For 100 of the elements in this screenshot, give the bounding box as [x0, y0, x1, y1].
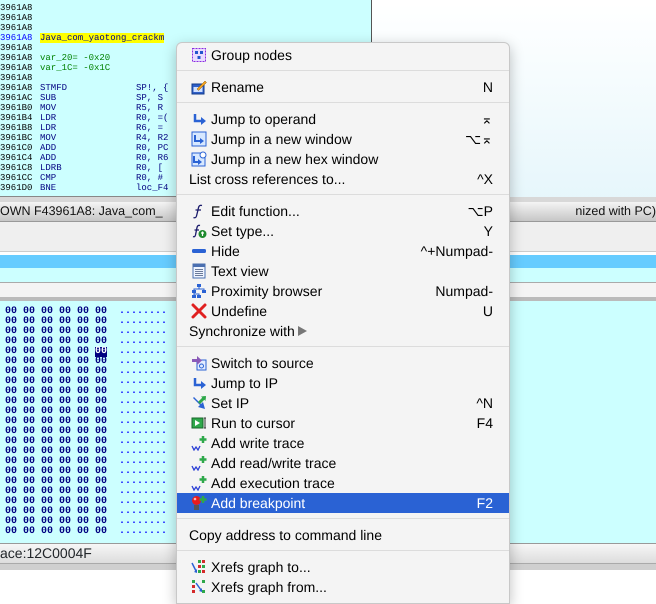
menu-item[interactable]: Jump in a new window ⌥⌅ — [177, 129, 509, 149]
hex-byte[interactable]: 00 — [77, 507, 89, 517]
hex-byte[interactable]: 00 — [59, 527, 71, 537]
hex-byte[interactable]: 00 — [23, 417, 35, 427]
hex-byte[interactable]: 00 — [41, 327, 53, 337]
hex-byte[interactable]: 00 — [23, 447, 35, 457]
hex-byte[interactable]: 00 — [95, 407, 107, 417]
hex-byte[interactable]: 00 — [77, 357, 89, 367]
hex-byte[interactable]: 00 — [23, 307, 35, 317]
hex-byte[interactable]: 00 — [5, 307, 17, 317]
menu-item[interactable]: Run to cursor F4 — [177, 413, 509, 433]
hex-byte[interactable]: 00 — [77, 407, 89, 417]
hex-byte[interactable]: 00 — [23, 527, 35, 537]
menu-item[interactable]: Rename N — [177, 77, 509, 97]
hex-byte[interactable]: 00 — [23, 407, 35, 417]
hex-byte[interactable]: 00 — [95, 337, 107, 347]
hex-byte[interactable]: 00 — [59, 307, 71, 317]
hex-byte[interactable]: 00 — [59, 427, 71, 437]
hex-byte[interactable]: 00 — [23, 427, 35, 437]
hex-byte[interactable]: 00 — [41, 497, 53, 507]
hex-byte[interactable]: 00 — [95, 317, 107, 327]
hex-byte[interactable]: 00 — [77, 527, 89, 537]
hex-byte[interactable]: 00 — [41, 527, 53, 537]
hex-byte[interactable]: 00 — [59, 477, 71, 487]
hex-byte[interactable]: 00 — [23, 337, 35, 347]
hex-byte[interactable]: 00 — [41, 457, 53, 467]
hex-byte[interactable]: 00 — [23, 367, 35, 377]
menu-item[interactable]: Xrefs graph to... — [177, 557, 509, 577]
menu-item[interactable]: Proximity browser Numpad- — [177, 281, 509, 301]
hex-byte[interactable]: 00 — [5, 487, 17, 497]
hex-byte[interactable]: 00 — [95, 437, 107, 447]
hex-byte[interactable]: 00 — [77, 467, 89, 477]
hex-byte[interactable]: 00 — [77, 457, 89, 467]
hex-byte[interactable]: 00 — [77, 517, 89, 527]
hex-byte[interactable]: 00 — [41, 397, 53, 407]
hex-byte[interactable]: 00 — [5, 337, 17, 347]
hex-byte[interactable]: 00 — [95, 397, 107, 407]
hex-byte[interactable]: 00 — [41, 367, 53, 377]
hex-byte[interactable]: 00 — [59, 487, 71, 497]
hex-byte[interactable]: 00 — [41, 337, 53, 347]
hex-byte[interactable]: 00 — [41, 447, 53, 457]
hex-byte[interactable]: 00 — [77, 447, 89, 457]
hex-byte[interactable]: 00 — [23, 487, 35, 497]
hex-byte[interactable]: 00 — [59, 417, 71, 427]
hex-byte[interactable]: 00 — [95, 417, 107, 427]
hex-byte[interactable]: 00 — [95, 527, 107, 537]
menu-item[interactable]: Add write trace — [177, 433, 509, 453]
hex-byte[interactable]: 00 — [41, 467, 53, 477]
hex-byte[interactable]: 00 — [41, 347, 53, 357]
hex-byte[interactable]: 00 — [5, 457, 17, 467]
hex-byte[interactable]: 00 — [77, 487, 89, 497]
hex-byte[interactable]: 00 — [77, 367, 89, 377]
hex-byte[interactable]: 00 — [59, 377, 71, 387]
hex-byte[interactable]: 00 — [95, 427, 107, 437]
hex-byte[interactable]: 00 — [5, 377, 17, 387]
hex-byte[interactable]: 00 — [5, 527, 17, 537]
hex-byte[interactable]: 00 — [41, 387, 53, 397]
hex-byte[interactable]: 00 — [5, 407, 17, 417]
hex-byte[interactable]: 00 — [95, 347, 107, 357]
hex-byte[interactable]: 00 — [23, 467, 35, 477]
hex-byte[interactable]: 00 — [95, 467, 107, 477]
hex-byte[interactable]: 00 — [77, 417, 89, 427]
menu-item[interactable]: Group nodes — [177, 45, 509, 65]
hex-byte[interactable]: 00 — [95, 497, 107, 507]
hex-byte[interactable]: 00 — [59, 467, 71, 477]
hex-byte[interactable]: 00 — [77, 437, 89, 447]
hex-byte[interactable]: 00 — [59, 447, 71, 457]
hex-byte[interactable]: 00 — [77, 477, 89, 487]
hex-byte[interactable]: 00 — [59, 457, 71, 467]
hex-byte[interactable]: 00 — [5, 477, 17, 487]
hex-byte[interactable]: 00 — [77, 317, 89, 327]
hex-byte[interactable]: 00 — [41, 377, 53, 387]
hex-byte[interactable]: 00 — [23, 377, 35, 387]
hex-byte[interactable]: 00 — [23, 497, 35, 507]
hex-byte[interactable]: 00 — [59, 497, 71, 507]
hex-byte[interactable]: 00 — [41, 357, 53, 367]
hex-byte[interactable]: 00 — [95, 487, 107, 497]
menu-item[interactable]: Switch to source — [177, 353, 509, 373]
hex-byte[interactable]: 00 — [59, 517, 71, 527]
hex-byte[interactable]: 00 — [77, 377, 89, 387]
hex-byte[interactable]: 00 — [5, 497, 17, 507]
hex-byte[interactable]: 00 — [5, 417, 17, 427]
hex-byte[interactable]: 00 — [59, 337, 71, 347]
hex-byte[interactable]: 00 — [5, 387, 17, 397]
hex-byte[interactable]: 00 — [41, 417, 53, 427]
hex-byte[interactable]: 00 — [41, 307, 53, 317]
hex-byte[interactable]: 00 — [41, 427, 53, 437]
hex-byte[interactable]: 00 — [23, 317, 35, 327]
hex-byte[interactable]: 00 — [23, 347, 35, 357]
menu-item[interactable]: Jump to IP — [177, 373, 509, 393]
hex-byte[interactable]: 00 — [95, 307, 107, 317]
hex-byte[interactable]: 00 — [5, 427, 17, 437]
hex-byte[interactable]: 00 — [59, 367, 71, 377]
hex-byte[interactable]: 00 — [59, 387, 71, 397]
hex-byte[interactable]: 00 — [59, 317, 71, 327]
hex-byte[interactable]: 00 — [95, 367, 107, 377]
hex-byte[interactable]: 00 — [95, 517, 107, 527]
hex-byte[interactable]: 00 — [23, 507, 35, 517]
hex-byte[interactable]: 00 — [77, 347, 89, 357]
hex-byte[interactable]: 00 — [41, 507, 53, 517]
